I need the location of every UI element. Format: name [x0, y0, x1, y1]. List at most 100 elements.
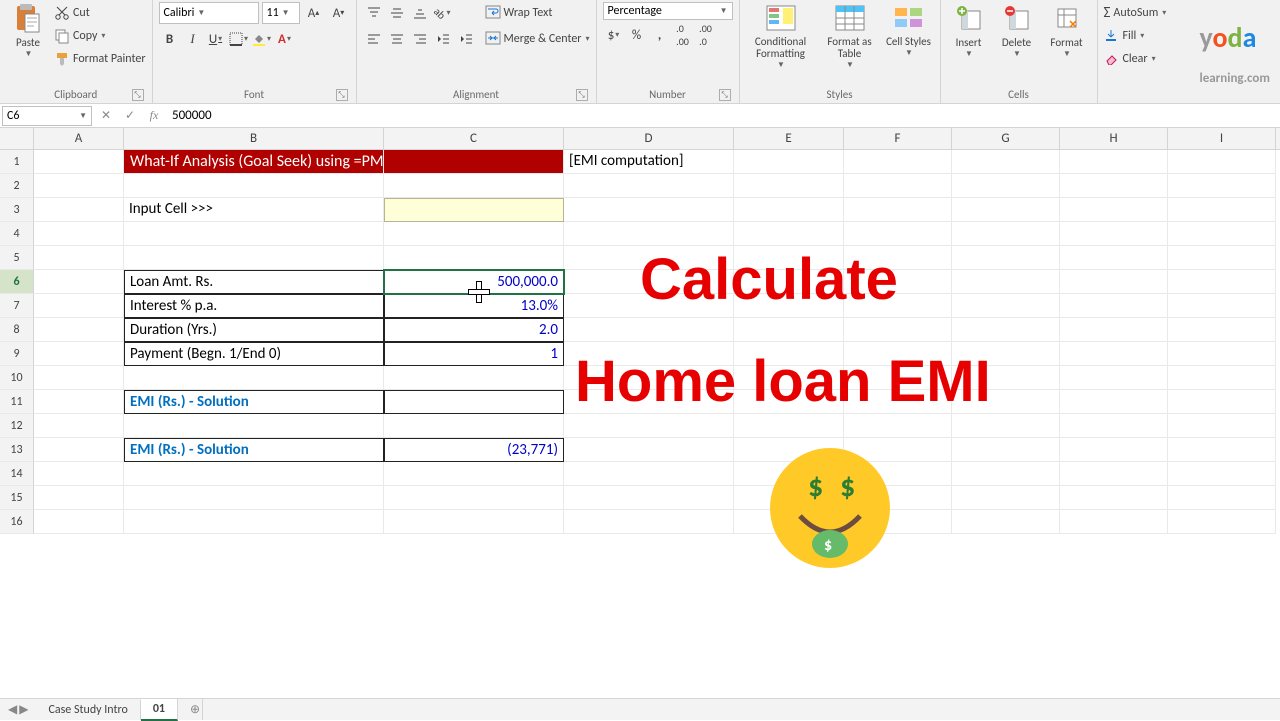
cell-B7[interactable]: Interest % p.a.: [124, 294, 384, 318]
dialog-launcher-icon[interactable]: ⤡: [576, 89, 588, 101]
cell-B14[interactable]: [124, 462, 384, 486]
cell-H7[interactable]: [1060, 294, 1168, 318]
enter-icon[interactable]: ✓: [118, 108, 142, 123]
row-header[interactable]: 9: [0, 342, 34, 366]
cell-A12[interactable]: [34, 414, 124, 438]
cell-H6[interactable]: [1060, 270, 1168, 294]
new-sheet-button[interactable]: ⊕: [178, 699, 203, 720]
cell-C15[interactable]: [384, 486, 564, 510]
cell-D16[interactable]: [564, 510, 734, 534]
number-format-select[interactable]: Percentage▼: [603, 2, 733, 20]
name-box[interactable]: C6▼: [2, 106, 92, 126]
cell-I14[interactable]: [1168, 462, 1276, 486]
cell-I5[interactable]: [1168, 246, 1276, 270]
row-header[interactable]: 2: [0, 174, 34, 198]
delete-button[interactable]: Delete▼: [995, 2, 1039, 59]
cell-B16[interactable]: [124, 510, 384, 534]
cell-G14[interactable]: [952, 462, 1060, 486]
tab-case-study[interactable]: Case Study Intro: [36, 700, 140, 720]
cell-B8[interactable]: Duration (Yrs.): [124, 318, 384, 342]
cell-B10[interactable]: [124, 366, 384, 390]
clear-button[interactable]: Clear▾: [1104, 48, 1156, 70]
cell-C4[interactable]: [384, 222, 564, 246]
fill-color-button[interactable]: ▾: [251, 28, 273, 50]
col-header-I[interactable]: I: [1168, 128, 1276, 149]
cell-D1[interactable]: [EMI computation]: [564, 150, 734, 174]
col-header-G[interactable]: G: [952, 128, 1060, 149]
cell-H14[interactable]: [1060, 462, 1168, 486]
dialog-launcher-icon[interactable]: ⤡: [336, 89, 348, 101]
decrease-font-button[interactable]: A▾: [328, 2, 350, 24]
spreadsheet-grid[interactable]: ABCDEFGHI 1What-If Analysis (Goal Seek) …: [0, 128, 1280, 698]
row-header[interactable]: 5: [0, 246, 34, 270]
row-header[interactable]: 11: [0, 390, 34, 414]
cell-C10[interactable]: [384, 366, 564, 390]
row-header[interactable]: 14: [0, 462, 34, 486]
cell-B11[interactable]: EMI (Rs.) - Solution: [124, 390, 384, 414]
row-header[interactable]: 1: [0, 150, 34, 174]
row-header[interactable]: 15: [0, 486, 34, 510]
decrease-decimal-button[interactable]: .00.0: [695, 24, 717, 46]
row-header[interactable]: 4: [0, 222, 34, 246]
copy-button[interactable]: Copy▾: [54, 25, 146, 47]
cell-C16[interactable]: [384, 510, 564, 534]
row-header[interactable]: 7: [0, 294, 34, 318]
conditional-formatting-button[interactable]: Conditional Formatting▼: [746, 2, 816, 70]
formula-input[interactable]: 500000: [166, 106, 1280, 125]
col-header-B[interactable]: B: [124, 128, 384, 149]
cell-A3[interactable]: [34, 198, 124, 222]
cell-G7[interactable]: [952, 294, 1060, 318]
align-bottom-button[interactable]: [409, 2, 431, 24]
merge-center-button[interactable]: Merge & Center▾: [485, 28, 590, 50]
align-middle-button[interactable]: [386, 2, 408, 24]
cell-G16[interactable]: [952, 510, 1060, 534]
cell-G6[interactable]: [952, 270, 1060, 294]
col-header-F[interactable]: F: [844, 128, 952, 149]
cell-A9[interactable]: [34, 342, 124, 366]
cell-H8[interactable]: [1060, 318, 1168, 342]
cell-B1[interactable]: What-If Analysis (Goal Seek) using =PMT(…: [124, 150, 384, 174]
cell-D3[interactable]: [564, 198, 734, 222]
cell-C14[interactable]: [384, 462, 564, 486]
dialog-launcher-icon[interactable]: ⤡: [719, 89, 731, 101]
cell-G2[interactable]: [952, 174, 1060, 198]
cell-B15[interactable]: [124, 486, 384, 510]
cell-F1[interactable]: [844, 150, 952, 174]
cell-F4[interactable]: [844, 222, 952, 246]
comma-button[interactable]: ,: [649, 24, 671, 46]
cell-I4[interactable]: [1168, 222, 1276, 246]
cell-B12[interactable]: [124, 414, 384, 438]
cell-A15[interactable]: [34, 486, 124, 510]
cell-C9[interactable]: 1: [384, 342, 564, 366]
cell-B6[interactable]: Loan Amt. Rs.: [124, 270, 384, 294]
row-header[interactable]: 8: [0, 318, 34, 342]
row-header[interactable]: 6: [0, 270, 34, 294]
cell-C3[interactable]: [384, 198, 564, 222]
cell-H1[interactable]: [1060, 150, 1168, 174]
increase-decimal-button[interactable]: .0.00: [672, 24, 694, 46]
cell-I11[interactable]: [1168, 390, 1276, 414]
cell-B13[interactable]: EMI (Rs.) - Solution: [124, 438, 384, 462]
cell-I2[interactable]: [1168, 174, 1276, 198]
cell-I12[interactable]: [1168, 414, 1276, 438]
tab-nav-prev[interactable]: ◀: [8, 702, 17, 717]
cell-C12[interactable]: [384, 414, 564, 438]
cell-A6[interactable]: [34, 270, 124, 294]
cell-A14[interactable]: [34, 462, 124, 486]
row-header[interactable]: 12: [0, 414, 34, 438]
cell-D14[interactable]: [564, 462, 734, 486]
cell-G3[interactable]: [952, 198, 1060, 222]
cell-A16[interactable]: [34, 510, 124, 534]
cell-D13[interactable]: [564, 438, 734, 462]
col-header-C[interactable]: C: [384, 128, 564, 149]
format-button[interactable]: Format▼: [1043, 2, 1091, 59]
row-header[interactable]: 10: [0, 366, 34, 390]
orientation-button[interactable]: ab▾: [432, 2, 454, 24]
tab-nav-next[interactable]: ▶: [19, 702, 28, 717]
cell-B3[interactable]: Input Cell >>>: [124, 198, 384, 222]
cell-B4[interactable]: [124, 222, 384, 246]
cell-E2[interactable]: [734, 174, 844, 198]
cell-D4[interactable]: [564, 222, 734, 246]
cell-F8[interactable]: [844, 318, 952, 342]
col-header-E[interactable]: E: [734, 128, 844, 149]
